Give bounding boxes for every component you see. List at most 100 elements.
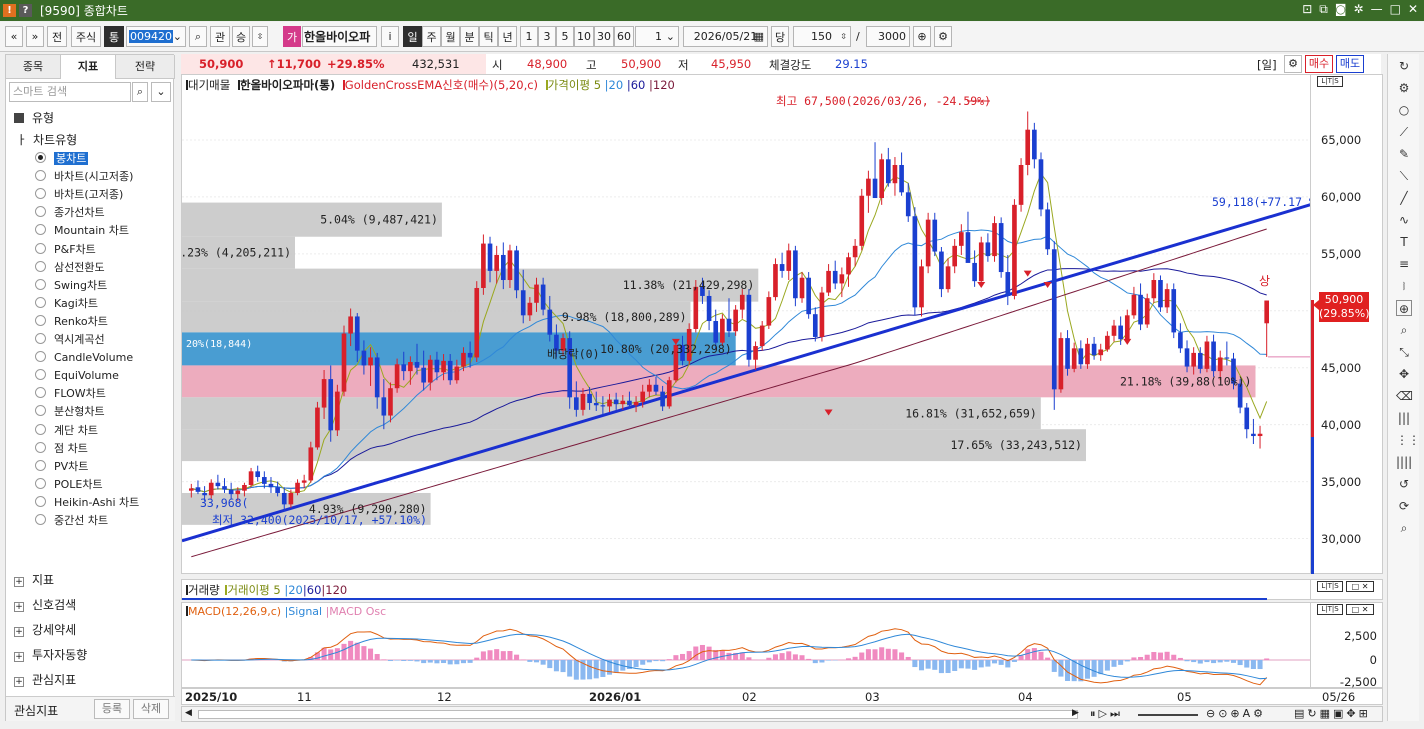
diagonal-icon[interactable]: ⟍ xyxy=(1396,168,1412,184)
dang-button[interactable]: 당 xyxy=(771,26,789,47)
bars-icon[interactable]: ||| xyxy=(1396,410,1412,426)
radio-icon[interactable] xyxy=(35,152,46,163)
calendar-icon[interactable]: ▦ xyxy=(754,30,764,43)
chart-type-14[interactable]: 분산형차트 xyxy=(35,403,105,421)
chart-type-15[interactable]: 계단 차트 xyxy=(35,422,98,440)
category-3[interactable]: + 투자자동향 xyxy=(14,645,87,665)
playback-icons[interactable]: ⏸▷⏭ xyxy=(1090,707,1123,721)
chart-type-1[interactable]: 바차트(시고저종) xyxy=(35,168,133,186)
radio-icon[interactable] xyxy=(35,495,46,507)
wave-icon[interactable]: ∿ xyxy=(1396,212,1412,228)
buy-button[interactable]: 매수 xyxy=(1305,55,1333,73)
chart-type-19[interactable]: Heikin-Ashi 차트 xyxy=(35,494,139,512)
gear-icon[interactable]: ⚙ xyxy=(1284,55,1302,73)
search-icon[interactable]: ⌕ xyxy=(189,26,207,47)
radio-icon[interactable] xyxy=(35,351,46,363)
sell-button[interactable]: 매도 xyxy=(1336,55,1364,73)
text-tool-icon[interactable]: T xyxy=(1396,234,1412,250)
category-1[interactable]: + 신호검색 xyxy=(14,595,76,615)
radio-icon[interactable] xyxy=(35,441,46,453)
interval-3[interactable]: 3 xyxy=(538,26,556,47)
magnifier-icon[interactable]: ⌕ xyxy=(1396,322,1412,338)
cross-icon[interactable]: ✥ xyxy=(1396,366,1412,382)
measure-icon[interactable]: ⤡ xyxy=(1396,344,1412,360)
radio-icon[interactable] xyxy=(35,459,46,471)
radio-icon[interactable] xyxy=(35,278,46,290)
slash-icon[interactable]: ╱ xyxy=(1396,190,1412,206)
radio-icon[interactable] xyxy=(35,260,46,272)
macd-pane[interactable]: MACD(12,26,9,c) |Signal |MACD Osc xyxy=(181,602,1311,688)
group-chart-type[interactable]: ㅏ 차트유형 xyxy=(16,131,77,148)
jeon-button[interactable]: 전 xyxy=(47,26,67,47)
axis-toggle-icon[interactable]: L|T|S xyxy=(1317,581,1343,592)
radio-icon[interactable] xyxy=(35,514,46,525)
camera-icon[interactable]: ◙ xyxy=(1335,2,1347,17)
stock-type-button[interactable]: 주식 xyxy=(71,26,101,47)
smart-search-input[interactable]: 스마트 검색 xyxy=(9,82,131,102)
search-icon[interactable]: ⌕ xyxy=(1396,520,1412,536)
chart-type-12[interactable]: EquiVolume xyxy=(35,367,119,385)
section-type[interactable]: 유형 xyxy=(14,108,54,128)
radio-icon[interactable] xyxy=(35,224,46,236)
spin-icon[interactable]: ⇳ xyxy=(252,26,268,47)
chevron-down-icon[interactable]: ⌄ xyxy=(151,82,171,102)
chart-type-9[interactable]: Renko차트 xyxy=(35,313,108,331)
period-2[interactable]: 월 xyxy=(441,26,460,47)
chart-type-10[interactable]: 역시계곡선 xyxy=(35,331,105,349)
chart-type-8[interactable]: Kagi차트 xyxy=(35,295,98,313)
scroll-left-icon[interactable]: ◀ xyxy=(185,708,192,718)
expand-icon[interactable]: + xyxy=(14,652,24,662)
candle-icon[interactable]: ⧘ xyxy=(1396,278,1412,294)
pin-icon[interactable]: ⊡ xyxy=(1302,2,1312,17)
gwan-button[interactable]: 관 xyxy=(210,26,230,47)
chart-type-13[interactable]: FLOW차트 xyxy=(35,385,106,403)
scroll-right-icon[interactable]: ▶ xyxy=(1072,708,1079,718)
fib-icon[interactable]: ≡ xyxy=(1396,256,1412,272)
chart-type-7[interactable]: Swing차트 xyxy=(35,277,107,295)
zoom-icon[interactable]: ⊕ xyxy=(913,26,931,47)
copy-icon[interactable]: ⧉ xyxy=(1319,2,1328,17)
scroll-track[interactable] xyxy=(198,710,1078,719)
tong-button[interactable]: 통 xyxy=(104,26,124,47)
expand-icon[interactable]: + xyxy=(14,677,24,687)
expand-button[interactable]: » xyxy=(26,26,44,47)
period-0[interactable]: 일 xyxy=(403,26,422,47)
info-button[interactable]: i xyxy=(381,26,399,47)
chart-type-6[interactable]: 삼선전환도 xyxy=(35,259,105,277)
period-4[interactable]: 틱 xyxy=(479,26,498,47)
expand-icon[interactable]: + xyxy=(14,602,24,612)
circle-icon[interactable]: ○ xyxy=(1396,102,1412,118)
search-icon[interactable]: ⌕ xyxy=(132,82,148,102)
price-chart[interactable]: 5.04% (9,487,421) 2.23% (4,205,211) 11.38%… xyxy=(181,74,1311,574)
stock-code-input[interactable]: 009420 ⌄ xyxy=(126,26,186,47)
redo-icon[interactable]: ⟳ xyxy=(1396,498,1412,514)
chart-scrollbar[interactable]: ◀ ▶ ⏸▷⏭ ⊖⊙⊕A⚙ ▤↻▦▣✥⊞ xyxy=(181,706,1383,722)
tab-strategy[interactable]: 전략 xyxy=(116,55,175,79)
chart-type-4[interactable]: Mountain 차트 xyxy=(35,222,129,240)
category-2[interactable]: + 강세약세 xyxy=(14,620,76,640)
layout-icons[interactable]: ▤↻▦▣✥⊞ xyxy=(1294,707,1371,720)
zoom-slider[interactable] xyxy=(1138,714,1198,716)
unit-select[interactable]: 1 ⌄ xyxy=(635,26,679,47)
date-input[interactable]: 2026/05/21 ▦ xyxy=(683,26,768,47)
seung-button[interactable]: 승 xyxy=(232,26,250,47)
expand-icon[interactable]: + xyxy=(14,577,24,587)
gear-icon[interactable]: ⚙ xyxy=(934,26,952,47)
chart-type-11[interactable]: CandleVolume xyxy=(35,349,133,367)
axis-toggle-icon[interactable]: L|T|S xyxy=(1317,76,1343,87)
radio-icon[interactable] xyxy=(35,369,46,381)
category-4[interactable]: + 관심지표 xyxy=(14,670,76,690)
period-1[interactable]: 주 xyxy=(422,26,441,47)
radio-icon[interactable] xyxy=(35,242,46,254)
radio-icon[interactable] xyxy=(35,477,46,489)
period-3[interactable]: 분 xyxy=(460,26,479,47)
chart-type-16[interactable]: 점 차트 xyxy=(35,440,88,458)
grid-icon[interactable]: ⋮⋮ xyxy=(1396,432,1420,448)
undo-icon[interactable]: ↺ xyxy=(1396,476,1412,492)
price-axis[interactable]: L|T|S 65,00060,00055,00050,00045,00040,0… xyxy=(1311,74,1383,574)
interval-1[interactable]: 1 xyxy=(520,26,538,47)
radio-icon[interactable] xyxy=(35,170,46,182)
maximize-icon[interactable]: □ xyxy=(1390,2,1401,17)
prev-button[interactable]: « xyxy=(5,26,23,47)
radio-icon[interactable] xyxy=(35,405,46,417)
